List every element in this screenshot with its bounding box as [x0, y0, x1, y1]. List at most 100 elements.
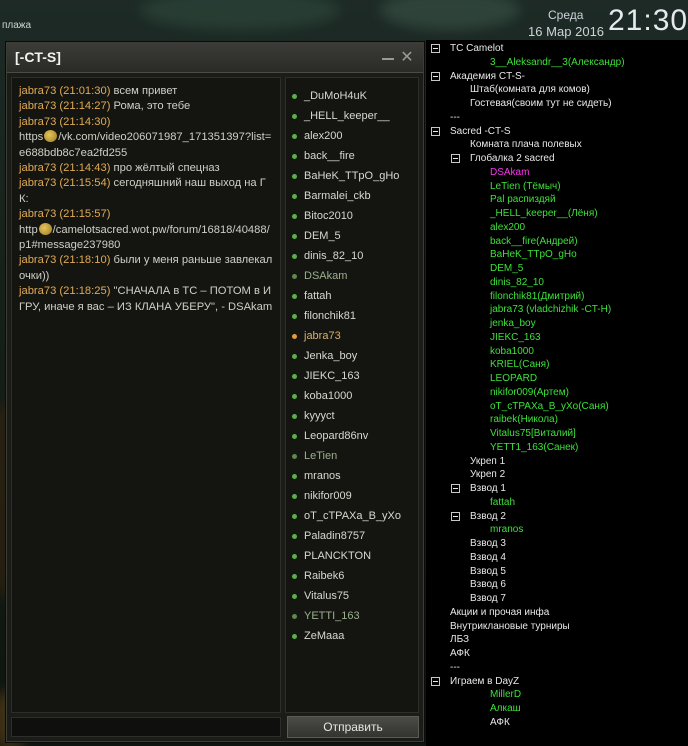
collapse-toggle-icon[interactable]	[451, 511, 460, 521]
tree-node[interactable]: Играем в DayZ	[426, 675, 688, 689]
member-item[interactable]: filonchik81	[286, 306, 418, 326]
member-item[interactable]: koba1000	[286, 386, 418, 406]
member-item[interactable]: Leopard86nv	[286, 426, 418, 446]
collapse-toggle-icon[interactable]	[451, 484, 460, 493]
members-list[interactable]: _DuMoH4uK _HELL_keeper__ alex200 back__fire…	[285, 77, 419, 713]
tree-node[interactable]: back__fire(Андрей)	[426, 235, 688, 249]
tree-node[interactable]: Взвод 1	[426, 482, 688, 496]
message-author[interactable]: jabra73 (21:15:57)	[19, 208, 110, 220]
member-item[interactable]: Raibek6	[286, 566, 418, 586]
tree-node[interactable]: Взвод 7	[426, 592, 688, 606]
tree-node[interactable]: Гостевая(своим тут не сидеть)	[426, 97, 688, 111]
member-item[interactable]: DEM_5	[286, 226, 418, 246]
collapse-toggle-icon[interactable]	[431, 44, 440, 53]
collapse-toggle-icon[interactable]	[451, 154, 460, 163]
tree-node[interactable]: _HELL_keeper__(Лёня)	[426, 207, 688, 221]
tree-node[interactable]: DEM_5	[426, 262, 688, 276]
tree-node[interactable]: raibek(Никола)	[426, 413, 688, 427]
tree-node[interactable]: Sacred -CT-S	[426, 125, 688, 139]
tree-node[interactable]: Укреп 1	[426, 455, 688, 469]
member-item[interactable]: nikifor009	[286, 486, 418, 506]
tree-node[interactable]: LeTien (Тёмыч)	[426, 180, 688, 194]
tree-node[interactable]: BaHeK_TTpO_gHo	[426, 248, 688, 262]
member-item[interactable]: back__fire	[286, 146, 418, 166]
message-link-prefix[interactable]: https	[19, 131, 43, 143]
tree-node[interactable]: jenka_boy	[426, 317, 688, 331]
tree-node[interactable]: dinis_82_10	[426, 276, 688, 290]
member-item[interactable]: Barmalei_ckb	[286, 186, 418, 206]
member-item[interactable]: JIEKC_163	[286, 366, 418, 386]
member-item[interactable]: ZeMaaa	[286, 626, 418, 646]
tree-node[interactable]: ЛБЗ	[426, 633, 688, 647]
tree-node[interactable]: 3__Aleksandr__3(Александр)	[426, 56, 688, 70]
close-icon[interactable]: ✕	[399, 47, 415, 66]
message-input[interactable]	[11, 717, 281, 737]
tree-node[interactable]: JIEKC_163	[426, 331, 688, 345]
tree-node[interactable]: Акции и прочая инфа	[426, 606, 688, 620]
send-button[interactable]: Отправить	[287, 716, 419, 738]
tree-node[interactable]: alex200	[426, 221, 688, 235]
tree-node[interactable]: filonchik81(Дмитрий)	[426, 290, 688, 304]
tree-node[interactable]: DSAkam	[426, 166, 688, 180]
member-item[interactable]: alex200	[286, 126, 418, 146]
member-item[interactable]: _HELL_keeper__	[286, 106, 418, 126]
tree-node[interactable]: Взвод 6	[426, 578, 688, 592]
tree-node[interactable]: YETT1_163(Санек)	[426, 441, 688, 455]
message-author[interactable]: jabra73 (21:15:54)	[19, 177, 110, 189]
messages-pane[interactable]: jabra73 (21:01:30) всем привет jabra73 (2…	[11, 77, 281, 713]
tree-node[interactable]: koba1000	[426, 345, 688, 359]
member-item[interactable]: PLANCKTON	[286, 546, 418, 566]
member-item[interactable]: Paladin8757	[286, 526, 418, 546]
member-item[interactable]: LeTien	[286, 446, 418, 466]
tree-node[interactable]: TC Camelot	[426, 42, 688, 56]
tree-node[interactable]: АФК	[426, 647, 688, 661]
member-item[interactable]: dinis_82_10	[286, 246, 418, 266]
message-author[interactable]: jabra73 (21:14:43)	[19, 162, 110, 174]
tree-node[interactable]: Взвод 5	[426, 565, 688, 579]
tree-node[interactable]: Глобалка 2 sacred	[426, 152, 688, 166]
tree-node[interactable]: Комната плача полевых	[426, 138, 688, 152]
member-item[interactable]: oT_cTPAXa_B_yXo	[286, 506, 418, 526]
tree-node[interactable]: Внутриклановые турниры	[426, 620, 688, 634]
tree-node[interactable]: Штаб(комната для комов)	[426, 83, 688, 97]
message-author[interactable]: jabra73 (21:01:30)	[19, 85, 110, 97]
message-link[interactable]: /camelotsacred.wot.pw/forum/16818/40488/…	[19, 224, 270, 251]
tree-node[interactable]: mranos	[426, 523, 688, 537]
chat-titlebar[interactable]: [-CT-S] ✕	[7, 43, 423, 73]
message-author[interactable]: jabra73 (21:14:30)	[19, 116, 110, 128]
member-item[interactable]: mranos	[286, 466, 418, 486]
message-link-prefix[interactable]: http	[19, 224, 38, 236]
tree-node[interactable]: Взвод 3	[426, 537, 688, 551]
message-author[interactable]: jabra73 (21:18:10)	[19, 254, 110, 266]
tree-node[interactable]: ---	[426, 661, 688, 675]
tree-node[interactable]: ---	[426, 111, 688, 125]
tree-node[interactable]: fattah	[426, 496, 688, 510]
tree-node[interactable]: Алкаш	[426, 702, 688, 716]
member-item[interactable]: fattah	[286, 286, 418, 306]
tree-node[interactable]: jabra73 (vladchizhik -CT-H)	[426, 303, 688, 317]
tree-node[interactable]: MillerD	[426, 688, 688, 702]
tree-node[interactable]: Pal распиздяй	[426, 193, 688, 207]
minimize-button[interactable]	[381, 51, 395, 63]
collapse-toggle-icon[interactable]	[431, 126, 440, 136]
collapse-toggle-icon[interactable]	[431, 676, 440, 686]
member-item[interactable]: BaHeK_TTpO_gHo	[286, 166, 418, 186]
collapse-toggle-icon[interactable]	[431, 71, 440, 81]
tree-node[interactable]: Взвод 2	[426, 510, 688, 524]
member-item[interactable]: Bitoc2010	[286, 206, 418, 226]
tree-node[interactable]: Vitalus75[Виталий]	[426, 427, 688, 441]
tree-node[interactable]: oT_cTPAXa_B_yXo(Саня)	[426, 400, 688, 414]
tree-node[interactable]: Академия CT-S-	[426, 70, 688, 84]
member-item[interactable]: _DuMoH4uK	[286, 86, 418, 106]
member-item[interactable]: DSAkam	[286, 266, 418, 286]
member-item[interactable]: Vitalus75	[286, 586, 418, 606]
tree-node[interactable]: Взвод 4	[426, 551, 688, 565]
tree-node[interactable]: nikifor009(Артем)	[426, 386, 688, 400]
message-author[interactable]: jabra73 (21:14:27)	[19, 100, 110, 112]
tree-node[interactable]: LEOPARD	[426, 372, 688, 386]
tree-node[interactable]: KRIEL(Саня)	[426, 358, 688, 372]
tree-node[interactable]: АФК	[426, 716, 688, 730]
member-item[interactable]: YETTI_163	[286, 606, 418, 626]
member-item[interactable]: Jenka_boy	[286, 346, 418, 366]
member-item[interactable]: kyyyct	[286, 406, 418, 426]
